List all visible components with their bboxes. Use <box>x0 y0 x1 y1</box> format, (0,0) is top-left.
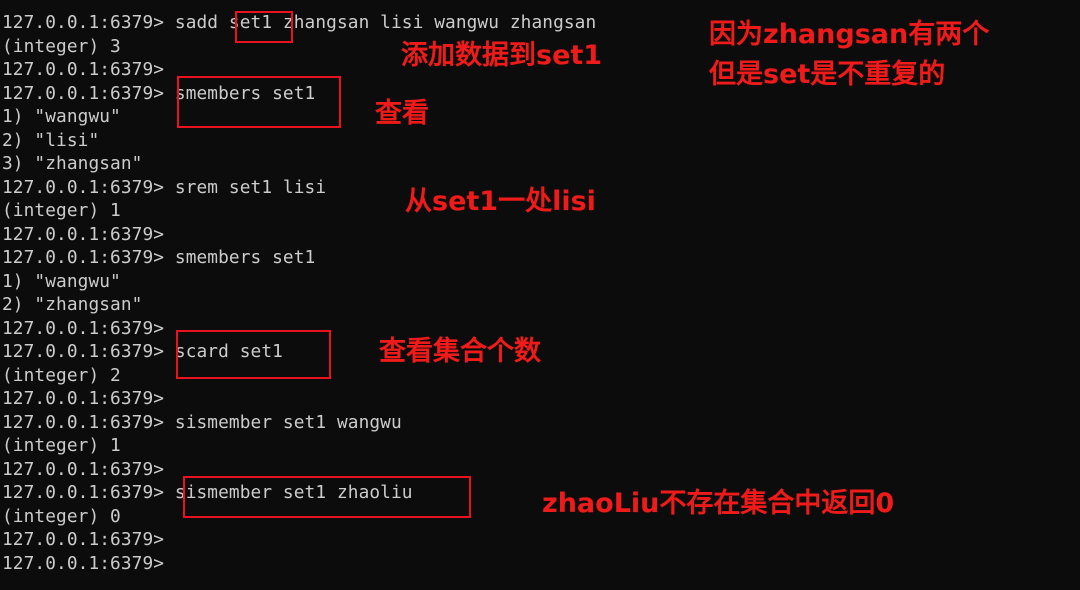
terminal-line: 127.0.0.1:6379> <box>2 552 165 574</box>
annotation-view: 查看 <box>375 98 429 129</box>
annotation-add-to-set: 添加数据到set1 <box>401 40 603 71</box>
terminal-line: 1) "wangwu" <box>2 270 121 292</box>
highlight-box-sismember-zhaoliu <box>183 476 471 518</box>
highlight-box-smembers <box>177 76 341 128</box>
terminal-line: 127.0.0.1:6379> smembers set1 <box>2 247 316 268</box>
annotation-remove-lisi: 从set1一处lisi <box>405 186 596 217</box>
highlight-box-set1 <box>235 11 293 43</box>
terminal-line: 127.0.0.1:6379> <box>2 529 165 550</box>
terminal-line: (integer) 1 <box>2 435 121 456</box>
terminal-line: 2) "lisi" <box>2 129 100 151</box>
highlight-box-scard <box>176 330 331 379</box>
terminal-line: 127.0.0.1:6379> <box>2 388 165 409</box>
annotation-view-count: 查看集合个数 <box>379 336 541 367</box>
terminal-line: 127.0.0.1:6379> <box>2 223 165 245</box>
terminal-line: 127.0.0.1:6379> sismember set1 wangwu <box>2 411 402 433</box>
terminal-line: 3) "zhangsan" <box>2 153 143 174</box>
annotation-duplicate-line2: 但是set是不重复的 <box>709 59 946 90</box>
terminal-line: 127.0.0.1:6379> sadd set1 zhangsan lisi … <box>2 12 597 33</box>
annotation-duplicate-line1: 因为zhangsan有两个 <box>709 19 990 50</box>
annotation-zhaoliu-not-in-set: zhaoLiu不存在集合中返回0 <box>542 488 895 519</box>
terminal-line: 2) "zhangsan" <box>2 294 143 315</box>
terminal-window[interactable]: 127.0.0.1:6379> sadd set1 zhangsan lisi … <box>0 0 1080 590</box>
